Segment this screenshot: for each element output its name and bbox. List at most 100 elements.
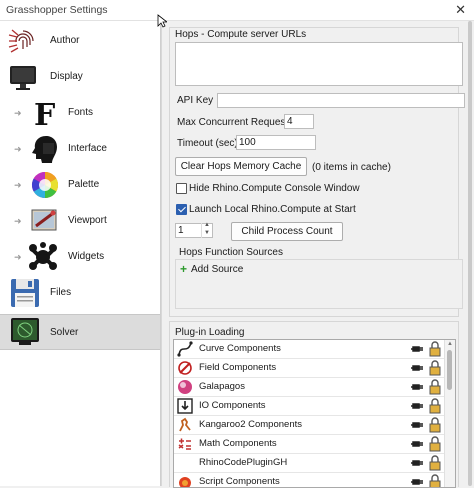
settings-panel: Hops - Compute server URLs API Key Max C… (161, 21, 474, 488)
io-icon (177, 398, 193, 414)
plugin-list-scrollbar[interactable]: ▲ (444, 340, 455, 487)
hops-urls-label: Hops - Compute server URLs (175, 29, 307, 40)
api-key-label: API Key (177, 95, 214, 106)
function-sources-list: + Add Source (175, 259, 463, 309)
field-icon (178, 361, 192, 375)
list-item[interactable]: IO Components (174, 397, 444, 416)
sidebar-item-fonts[interactable]: ➜ F Fonts (0, 95, 160, 131)
widgets-blob-icon (29, 242, 57, 270)
sidebar-item-interface[interactable]: ➜ Interface (0, 131, 160, 167)
plug-icon[interactable] (411, 475, 425, 488)
sidebar-item-viewport[interactable]: ➜ Viewport (0, 203, 160, 239)
plugin-name: Field Components (199, 362, 277, 373)
max-requests-label: Max Concurrent Requests (177, 117, 294, 128)
scrollbar-thumb[interactable] (447, 350, 452, 390)
plug-icon[interactable] (411, 399, 425, 413)
plugin-name: Galapagos (199, 381, 245, 392)
plugin-name: IO Components (199, 400, 266, 411)
child-count-stepper[interactable]: ▲ ▼ (201, 222, 212, 238)
list-item[interactable]: Kangaroo2 Components (174, 416, 444, 435)
monitor-icon (10, 66, 36, 90)
stepper-up-icon[interactable]: ▲ (204, 222, 210, 228)
head-silhouette-icon (32, 136, 57, 163)
hide-console-checkbox[interactable] (176, 183, 187, 194)
lock-icon[interactable] (429, 436, 441, 452)
plug-icon[interactable] (411, 342, 425, 356)
sidebar-item-label: Viewport (68, 215, 107, 226)
category-sidebar: Author Display ➜ F Fonts ➜ Interface ➜ P… (0, 21, 161, 486)
plugin-name: Kangaroo2 Components (199, 419, 302, 430)
child-process-count-button[interactable]: Child Process Count (231, 222, 343, 241)
plug-icon[interactable] (411, 437, 425, 451)
hide-console-label: Hide Rhino.Compute Console Window (189, 183, 360, 194)
add-source-link[interactable]: Add Source (191, 264, 243, 275)
function-sources-label: Hops Function Sources (179, 247, 283, 258)
title-bar: Grasshopper Settings ✕ (0, 0, 474, 21)
arrow-icon: ➜ (14, 144, 22, 154)
svg-text:F: F (34, 98, 55, 128)
list-item[interactable]: Curve Components (174, 340, 444, 359)
galapagos-icon (178, 380, 192, 394)
sidebar-item-label: Fonts (68, 107, 94, 118)
sidebar-item-palette[interactable]: ➜ Palette (0, 167, 160, 203)
sidebar-item-author[interactable]: Author (0, 23, 160, 59)
plug-icon[interactable] (411, 456, 425, 470)
plug-icon[interactable] (411, 418, 425, 432)
list-item[interactable]: Galapagos (174, 378, 444, 397)
viewport-icon (31, 209, 57, 231)
sidebar-item-label: Files (50, 287, 72, 298)
hops-urls-textarea[interactable] (175, 42, 463, 86)
close-icon[interactable]: ✕ (455, 2, 466, 18)
launch-local-checkbox[interactable] (176, 204, 187, 215)
window-title: Grasshopper Settings (6, 4, 108, 16)
list-item[interactable]: Field Components (174, 359, 444, 378)
lock-icon[interactable] (429, 341, 441, 357)
curve-icon (177, 341, 193, 357)
mouse-cursor-icon (157, 14, 167, 28)
plugin-list[interactable]: Curve Components Field Components Galapa… (173, 339, 456, 488)
sidebar-item-display[interactable]: Display (0, 59, 160, 95)
clear-cache-button[interactable]: Clear Hops Memory Cache (175, 157, 307, 176)
launch-local-label: Launch Local Rhino.Compute at Start (189, 204, 356, 215)
lock-icon[interactable] (429, 398, 441, 414)
scrollbar-thumb[interactable] (468, 21, 472, 486)
lock-icon[interactable] (429, 455, 441, 471)
sidebar-item-solver[interactable]: Solver (0, 314, 160, 350)
api-key-input[interactable] (217, 93, 465, 108)
arrow-icon: ➜ (14, 216, 22, 226)
lock-icon[interactable] (429, 417, 441, 433)
lock-icon[interactable] (429, 379, 441, 395)
timeout-input[interactable]: 100 (236, 135, 316, 150)
lock-icon[interactable] (429, 360, 441, 376)
plug-icon[interactable] (411, 361, 425, 375)
list-item[interactable]: Math Components (174, 435, 444, 454)
max-requests-input[interactable]: 4 (284, 114, 314, 129)
sidebar-item-widgets[interactable]: ➜ Widgets (0, 239, 160, 275)
plugin-name: Curve Components (199, 343, 281, 354)
stepper-down-icon[interactable]: ▼ (204, 230, 210, 236)
scroll-up-icon[interactable]: ▲ (447, 341, 453, 347)
fingerprint-icon (8, 29, 34, 53)
arrow-icon: ➜ (14, 180, 22, 190)
kangaroo-icon (179, 417, 191, 432)
panel-scrollbar[interactable] (466, 21, 474, 486)
math-icon (178, 438, 191, 450)
sidebar-item-label: Interface (68, 143, 107, 154)
arrow-icon: ➜ (14, 108, 22, 118)
list-item[interactable]: RhinoCodePluginGH (174, 454, 444, 473)
floppy-disk-icon (11, 279, 39, 307)
plug-icon[interactable] (411, 380, 425, 394)
divider (161, 21, 162, 486)
solver-icon (11, 318, 39, 345)
plugin-name: Script Components (199, 476, 280, 487)
sidebar-item-label: Author (50, 35, 80, 46)
sidebar-item-label: Display (50, 71, 83, 82)
plugin-name: RhinoCodePluginGH (199, 457, 288, 468)
timeout-label: Timeout (sec) (177, 138, 238, 149)
arrow-icon: ➜ (14, 252, 22, 262)
sidebar-item-label: Palette (68, 179, 100, 190)
sidebar-item-files[interactable]: Files (0, 275, 160, 311)
font-f-icon: F (34, 98, 55, 128)
add-icon[interactable]: + (180, 262, 187, 276)
color-wheel-icon (31, 171, 59, 199)
